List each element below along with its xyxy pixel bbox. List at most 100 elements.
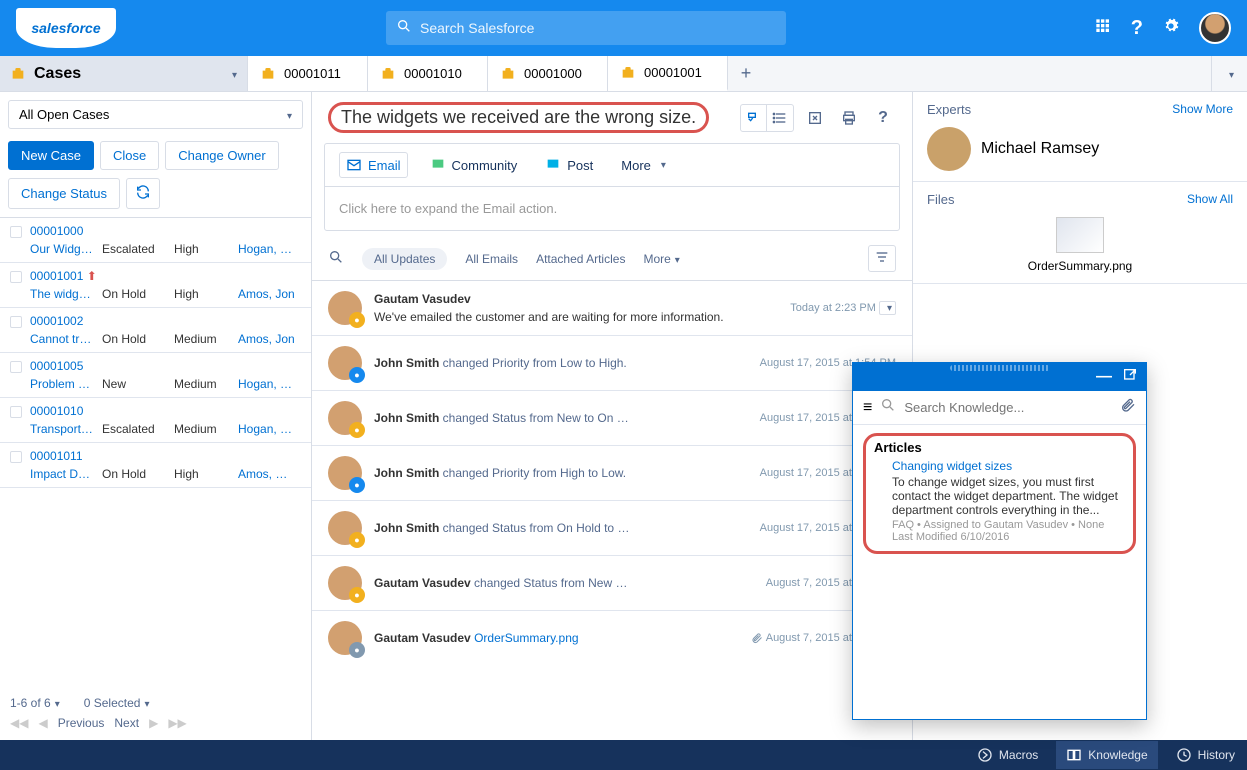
popout-icon[interactable] (1122, 367, 1138, 388)
primary-tab-cases[interactable]: Cases (0, 56, 248, 91)
feed-sort-icon[interactable] (868, 245, 896, 272)
detail-view-icon[interactable] (767, 105, 793, 131)
feed-user-name[interactable]: John Smith (374, 466, 439, 480)
pager-next-label[interactable]: Next (114, 716, 139, 730)
close-button[interactable]: Close (100, 141, 159, 170)
case-contact-link[interactable]: Hogan, M… (238, 242, 301, 256)
expand-icon[interactable] (802, 105, 828, 131)
case-number-link[interactable]: 00001001 (30, 269, 83, 283)
case-row[interactable]: 00001002 Cannot tr… On Hold Medium Amos,… (0, 308, 311, 353)
feed-item-menu[interactable] (879, 301, 896, 315)
publisher-tab-post[interactable]: Post (539, 153, 599, 177)
feed-item[interactable]: ● John Smith changed Status from New to … (312, 390, 912, 445)
feed-view-icon[interactable] (741, 105, 767, 131)
print-icon[interactable] (836, 105, 862, 131)
case-checkbox[interactable] (10, 406, 22, 418)
util-history[interactable]: History (1176, 747, 1235, 763)
feed-user-name[interactable]: John Smith (374, 411, 439, 425)
article-title-link[interactable]: Changing widget sizes (892, 459, 1125, 473)
case-row[interactable]: 00001005 Problem … New Medium Hogan, M… (0, 353, 311, 398)
feed-item[interactable]: ● Gautam Vasudev OrderSummary.png August… (312, 610, 912, 665)
help-icon[interactable]: ? (870, 105, 896, 131)
filter-all-updates[interactable]: All Updates (362, 248, 447, 270)
drag-handle[interactable] (950, 365, 1050, 371)
files-show-all[interactable]: Show All (1187, 192, 1233, 207)
knowledge-search-input[interactable] (904, 400, 1112, 415)
feed-user-name[interactable]: Gautam Vasudev (374, 292, 471, 306)
case-checkbox[interactable] (10, 361, 22, 373)
feed-attachment-link[interactable]: OrderSummary.png (474, 631, 578, 645)
search-feed-icon[interactable] (328, 249, 344, 268)
new-case-button[interactable]: New Case (8, 141, 94, 170)
pager-first-icon[interactable]: ◀◀ (10, 716, 28, 730)
publisher-tab-community[interactable]: Community (424, 153, 524, 177)
case-subject-link[interactable]: Problem … (30, 377, 98, 391)
feed-item[interactable]: ● Gautam Vasudev changed Status from New… (312, 555, 912, 610)
pager-last-icon[interactable]: ▶▶ (168, 716, 186, 730)
pager-next-icon[interactable]: ▶ (149, 716, 158, 730)
change-owner-button[interactable]: Change Owner (165, 141, 278, 170)
feed-item[interactable]: ● Gautam Vasudev We've emailed the custo… (312, 280, 912, 335)
case-number-link[interactable]: 00001002 (30, 314, 83, 328)
tab-00001000[interactable]: 00001000 (488, 56, 608, 91)
experts-show-more[interactable]: Show More (1172, 102, 1233, 117)
primary-tab-dropdown[interactable] (228, 65, 237, 83)
case-checkbox[interactable] (10, 226, 22, 238)
menu-icon[interactable]: ≡ (863, 399, 872, 417)
pager-prev-label[interactable]: Previous (58, 716, 105, 730)
pager-range[interactable]: 1-6 of 6 (10, 696, 60, 710)
case-row[interactable]: 00001000 Our Widg… Escalated High Hogan,… (0, 218, 311, 263)
feed-user-name[interactable]: John Smith (374, 356, 439, 370)
case-row[interactable]: 00001010 Transport… Escalated Medium Hog… (0, 398, 311, 443)
list-view-select[interactable]: All Open Cases (8, 100, 303, 129)
case-contact-link[interactable]: Hogan, M… (238, 377, 301, 391)
pager-prev-icon[interactable]: ◀ (38, 716, 47, 730)
change-status-button[interactable]: Change Status (8, 178, 120, 209)
feed-item[interactable]: ● John Smith changed Priority from High … (312, 445, 912, 500)
publisher-body[interactable]: Click here to expand the Email action. (325, 187, 899, 230)
case-contact-link[interactable]: Amos, Jon (238, 287, 301, 301)
tab-00001001[interactable]: 00001001 (608, 56, 728, 91)
minimize-icon[interactable]: — (1096, 368, 1112, 386)
case-row[interactable]: 00001011 Impact D… On Hold High Amos, … (0, 443, 311, 488)
case-subject-link[interactable]: Our Widg… (30, 242, 98, 256)
feed-user-name[interactable]: Gautam Vasudev (374, 631, 471, 645)
app-launcher-icon[interactable] (1095, 18, 1111, 39)
search-input[interactable] (420, 20, 776, 36)
filter-all-emails[interactable]: All Emails (465, 252, 518, 266)
tab-00001011[interactable]: 00001011 (248, 56, 368, 91)
publisher-tab-email[interactable]: Email (339, 152, 408, 178)
case-number-link[interactable]: 00001005 (30, 359, 83, 373)
setup-gear-icon[interactable] (1163, 18, 1179, 39)
case-subject-link[interactable]: The widg… (30, 287, 98, 301)
help-icon[interactable]: ? (1131, 17, 1143, 40)
case-checkbox[interactable] (10, 451, 22, 463)
case-number-link[interactable]: 00001010 (30, 404, 83, 418)
case-row[interactable]: 00001001 ⬆ The widg… On Hold High Amos, … (0, 263, 311, 308)
file-item[interactable]: OrderSummary.png (927, 217, 1233, 273)
expert-item[interactable]: Michael Ramsey (927, 127, 1233, 171)
feed-user-name[interactable]: John Smith (374, 521, 439, 535)
tab-overflow-dropdown[interactable] (1211, 56, 1247, 91)
tab-00001010[interactable]: 00001010 (368, 56, 488, 91)
publisher-tab-more[interactable]: More (615, 154, 672, 177)
util-macros[interactable]: Macros (977, 747, 1038, 763)
add-tab-icon[interactable]: + (728, 56, 764, 91)
feed-user-name[interactable]: Gautam Vasudev (374, 576, 471, 590)
pager-selected[interactable]: 0 Selected (84, 696, 150, 710)
user-avatar[interactable] (1199, 12, 1231, 44)
case-number-link[interactable]: 00001011 (30, 449, 83, 463)
case-subject-link[interactable]: Impact D… (30, 467, 98, 481)
filter-attached-articles[interactable]: Attached Articles (536, 252, 625, 266)
feed-item[interactable]: ● John Smith changed Status from On Hold… (312, 500, 912, 555)
case-subject-link[interactable]: Transport… (30, 422, 98, 436)
case-checkbox[interactable] (10, 271, 22, 283)
case-checkbox[interactable] (10, 316, 22, 328)
case-contact-link[interactable]: Amos, Jon (238, 332, 301, 346)
filter-more[interactable]: More (643, 252, 679, 266)
case-contact-link[interactable]: Hogan, M… (238, 422, 301, 436)
attach-icon[interactable] (1120, 397, 1136, 418)
feed-item[interactable]: ● John Smith changed Priority from Low t… (312, 335, 912, 390)
refresh-button[interactable] (126, 178, 160, 209)
case-contact-link[interactable]: Amos, … (238, 467, 301, 481)
